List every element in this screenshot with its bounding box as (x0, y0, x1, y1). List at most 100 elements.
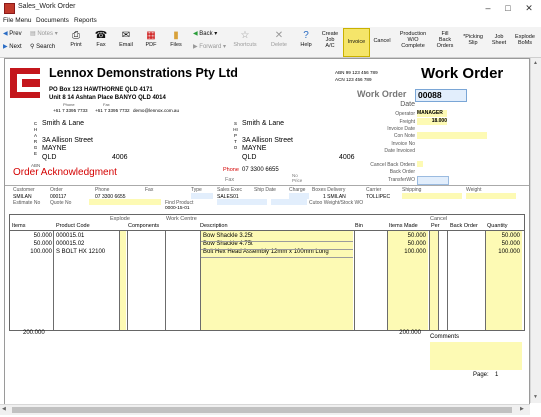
comments-field[interactable] (430, 342, 522, 370)
ship-state: QLD (242, 154, 257, 161)
find-product-field[interactable]: 0000-15-01 (165, 206, 190, 211)
app-icon (4, 3, 15, 14)
scroll-up-icon[interactable]: ▲ (533, 60, 538, 66)
arrow-left-icon: ◀ (3, 31, 8, 37)
shortcuts-button[interactable]: ☆ Shortcuts (229, 27, 261, 57)
scroll-down-icon[interactable]: ▼ (533, 394, 538, 400)
production-wo-complete-button[interactable]: Production W/O Complete (396, 27, 430, 57)
company-phone: +61 7 3395 7733 (53, 108, 88, 113)
work-order-number-field[interactable]: 00088 (415, 89, 467, 102)
help-button[interactable]: ? Help (296, 27, 316, 57)
freight-field[interactable]: 18.000 (417, 118, 447, 125)
carrier-label: Carrier (366, 187, 382, 193)
col-per: Per (431, 223, 440, 229)
print-button[interactable]: ⎙ Print (66, 27, 86, 57)
invoice-no-label: Invoice No (391, 141, 415, 147)
fax-col-label: Fax (145, 187, 154, 193)
back-button[interactable]: ◀ Back ▾ (193, 30, 217, 37)
cancel-back-orders-label: Cancel Back Orders (370, 162, 415, 168)
operator-field[interactable]: MANAGER (417, 110, 447, 117)
total-quantity: 200.000 (399, 330, 421, 336)
type-field[interactable] (191, 193, 213, 199)
next-button[interactable]: ▶ Next (3, 43, 22, 50)
menu-file[interactable]: File Menu (3, 17, 32, 24)
col-items-made: Items Made (389, 223, 418, 229)
col-product-code: Product Code (56, 223, 90, 229)
menu-reports[interactable]: Reports (74, 17, 97, 24)
fill-back-orders-button[interactable]: Fill Back Orders (432, 27, 458, 57)
company-address: Unit 8 14 Ashtan Place BANYO QLD 4014 (49, 95, 166, 101)
col-description: Description (200, 223, 228, 229)
invoice-button[interactable]: Invoice (343, 28, 370, 57)
forward-arrow-icon: ▶ (193, 44, 198, 50)
notes-icon: ▤ (30, 31, 36, 37)
shipping-field[interactable] (402, 193, 462, 199)
cancel-back-orders-checkbox[interactable] (417, 161, 423, 167)
quote-no-label: Quote No (50, 200, 72, 206)
table-row[interactable]: 50.000 000015.02 Bow Shackle 4.75t 50.00… (10, 241, 524, 249)
company-logo (8, 66, 42, 100)
col-bin: Bin (355, 223, 363, 229)
company-fax: +61 7 3395 7732 (95, 108, 130, 113)
email-button[interactable]: ✉ Email (115, 27, 137, 57)
weight-field[interactable] (466, 193, 516, 199)
charge-suburb: MAYNE (42, 145, 67, 152)
contact-fax-label: Fax (225, 177, 235, 183)
explode-group-header: Explode (110, 216, 130, 222)
explode-boms-button[interactable]: Explode BoMs (512, 27, 538, 57)
picking-slip-button[interactable]: *Picking Slip (460, 27, 486, 57)
toolbar: ◀ Prev ▶ Next ▤ Notes ▾ ⚲ Search ⎙ Print … (0, 27, 541, 58)
con-note-field[interactable] (417, 132, 487, 139)
table-row[interactable]: 100.000 S BOLT HX 12100 Bolt Hex Head As… (10, 249, 524, 257)
cust-order-no-field[interactable] (271, 199, 307, 205)
delete-button[interactable]: ✕ Delete (266, 27, 292, 57)
job-sheet-button[interactable]: Job Sheet (488, 27, 510, 57)
pdf-button[interactable]: ▦ PDF (141, 27, 161, 57)
star-icon: ☆ (240, 30, 250, 41)
table-row[interactable]: 50.000 000015.01 Bow Shackle 3.25t 50.00… (10, 233, 524, 241)
company-email: demo@lennox.com.au (133, 108, 180, 113)
delete-icon: ✕ (274, 30, 284, 41)
create-job-button[interactable]: Create Job A/C (319, 27, 341, 57)
maximize-button[interactable]: □ (498, 0, 518, 16)
contact-field[interactable] (89, 199, 161, 205)
scrollbar-thumb[interactable] (12, 407, 512, 413)
vertical-scrollbar[interactable]: ▲ ▼ (530, 58, 541, 403)
forward-button[interactable]: ▶ Forward ▾ (193, 43, 226, 50)
folder-icon: ▮ (173, 30, 179, 41)
invoice-date-label: Invoice Date (387, 126, 415, 132)
row-description: Bow Shackle 3.25t (203, 233, 253, 239)
transfer-wo-field[interactable] (417, 176, 449, 185)
phone-col-label: Phone (95, 187, 110, 193)
back-arrow-icon: ◀ (193, 31, 198, 37)
row-product-code: 000015.02 (56, 241, 85, 247)
page-label: Page: (473, 372, 489, 378)
company-po-box: PO Box 123 HAWTHORNE QLD 4171 (49, 87, 153, 93)
work-order-label: Work Order (357, 89, 407, 99)
cancel-button[interactable]: Cancel (371, 27, 393, 57)
company-abn: ABN 99 123 456 789 (335, 70, 378, 75)
charge-name: Smith & Lane (42, 120, 85, 127)
search-button[interactable]: ⚲ Search (30, 43, 55, 50)
scroll-left-icon[interactable]: ◀ (2, 406, 6, 412)
order-acknowledgment: Order Acknowledgment (13, 167, 117, 178)
notes-button[interactable]: ▤ Notes ▾ (30, 30, 58, 37)
ship-date-label: Ship Date (254, 187, 276, 193)
minimize-button[interactable]: – (478, 0, 498, 16)
ship-suburb: MAYNE (242, 145, 267, 152)
row-items: 50.000 (33, 233, 52, 239)
row-items: 50.000 (33, 241, 52, 247)
date-invoiced-label: Date Invoiced (384, 148, 415, 154)
row-quantity: 50.000 (501, 241, 520, 247)
close-button[interactable]: ✕ (519, 0, 539, 16)
menu-documents[interactable]: Documents (36, 17, 69, 24)
files-button[interactable]: ▮ Files (166, 27, 186, 57)
process-field[interactable] (217, 199, 267, 205)
prev-button[interactable]: ◀ Prev (3, 30, 22, 37)
fax-button[interactable]: ☎ Fax (91, 27, 111, 57)
back-order-label: Back Order (389, 169, 415, 175)
carrier-field[interactable]: TOLLIPEC (366, 194, 390, 200)
order-label: Order (50, 187, 63, 193)
scroll-right-icon[interactable]: ▶ (520, 406, 524, 412)
horizontal-scrollbar[interactable]: ◀ ▶ (0, 404, 530, 415)
